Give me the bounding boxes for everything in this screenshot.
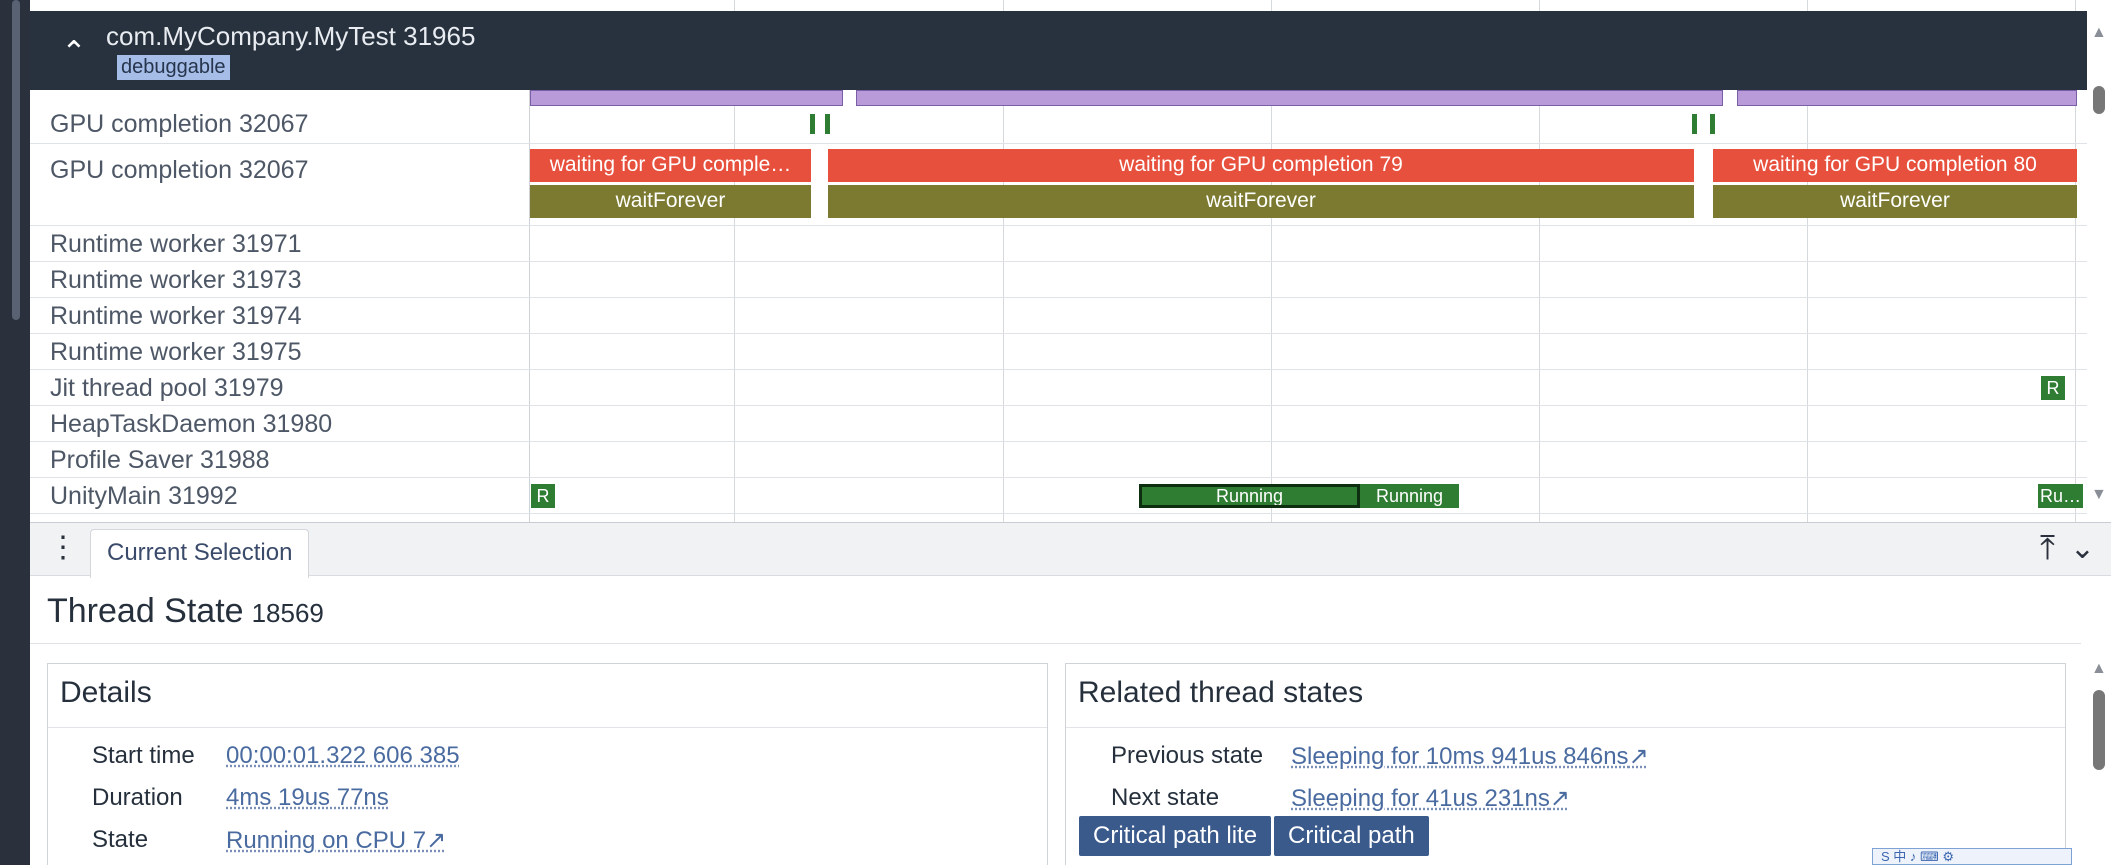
divider: [1066, 727, 2065, 728]
thread-state-running[interactable]: Running: [1360, 484, 1459, 508]
next-state-link[interactable]: Sleeping for 41us 231ns↗: [1291, 784, 1570, 813]
track-label: UnityMain 31992: [50, 482, 238, 510]
wait-forever-slice[interactable]: waitForever: [1713, 185, 2077, 218]
external-link-icon: ↗: [1628, 743, 1649, 770]
divider: [30, 643, 2081, 644]
track-row[interactable]: HeapTaskDaemon 31980: [30, 406, 2087, 442]
track-row[interactable]: UnityMain 31992: [30, 478, 2087, 514]
track-label: GPU completion 32067: [50, 156, 309, 184]
page-title: Thread State 18569: [47, 592, 324, 631]
previous-state-link[interactable]: Sleeping for 10ms 941us 846ns↗: [1291, 742, 1649, 771]
process-header[interactable]: ⌃ com.MyCompany.MyTest 31965 debuggable: [30, 11, 2087, 90]
state-link[interactable]: Running on CPU 7↗: [226, 826, 446, 855]
track-label: Runtime worker 31975: [50, 338, 302, 366]
cpu-slice-bar[interactable]: [856, 90, 1723, 106]
duration-label: Duration: [92, 784, 183, 811]
details-panel-tabbar: ⋮ Current Selection ⤒ ⌄: [30, 522, 2111, 578]
next-state-label: Next state: [1111, 784, 1220, 811]
wait-forever-slice[interactable]: waitForever: [530, 185, 811, 218]
start-time-label: Start time: [92, 742, 195, 769]
gpu-tick[interactable]: [1692, 114, 1697, 134]
process-title: com.MyCompany.MyTest 31965: [106, 21, 476, 51]
gpu-wait-slice[interactable]: waiting for GPU comple…: [530, 149, 811, 182]
gpu-tick[interactable]: [810, 114, 815, 134]
details-heading: Details: [60, 676, 152, 709]
external-link-icon: ↗: [426, 827, 447, 854]
scroll-down-icon[interactable]: ▼: [2091, 486, 2107, 504]
pin-to-top-icon[interactable]: ⤒: [2040, 529, 2055, 568]
tab-current-selection[interactable]: Current Selection: [90, 529, 310, 578]
thread-state-runnable[interactable]: R: [531, 484, 555, 508]
track-label: Profile Saver 31988: [50, 446, 270, 474]
gpu-tick[interactable]: [1710, 114, 1715, 134]
scrollbar-thumb[interactable]: [2093, 690, 2105, 770]
duration-link[interactable]: 4ms 19us 77ns: [226, 784, 389, 812]
scrollbar-thumb[interactable]: [2093, 86, 2105, 114]
next-state-text: Sleeping for 41us 231ns: [1291, 785, 1550, 812]
track-label: GPU completion 32067: [50, 110, 309, 138]
scroll-up-icon[interactable]: ▲: [2091, 24, 2107, 42]
cpu-slice-bar[interactable]: [1737, 90, 2077, 106]
state-label: State: [92, 826, 149, 853]
gpu-wait-slice[interactable]: waiting for GPU completion 80: [1713, 149, 2077, 182]
track-label: Runtime worker 31973: [50, 266, 302, 294]
gpu-wait-slice[interactable]: waiting for GPU completion 79: [828, 149, 1694, 182]
track-row[interactable]: GPU completion 32067: [30, 106, 2087, 144]
kebab-menu-icon[interactable]: ⋮: [48, 533, 78, 563]
track-row[interactable]: Runtime worker 31975: [30, 334, 2087, 370]
wait-forever-slice[interactable]: waitForever: [828, 185, 1694, 218]
debuggable-badge: debuggable: [117, 55, 230, 80]
divider: [48, 727, 1047, 728]
tracks-scrollbar[interactable]: ▲ ▼: [2087, 0, 2111, 522]
gpu-tick[interactable]: [825, 114, 830, 134]
track-row[interactable]: Runtime worker 31971: [30, 226, 2087, 262]
thread-state-id: 18569: [251, 598, 324, 628]
chevron-up-icon[interactable]: ⌃: [56, 35, 92, 71]
critical-path-lite-button[interactable]: Critical path lite: [1079, 816, 1272, 856]
track-row[interactable]: Runtime worker 31973: [30, 262, 2087, 298]
track-label: HeapTaskDaemon 31980: [50, 410, 333, 438]
external-link-icon: ↗: [1549, 785, 1570, 812]
critical-path-button[interactable]: Critical path: [1274, 816, 1429, 856]
track-row[interactable]: Jit thread pool 31979: [30, 370, 2087, 406]
details-card: Details Start time 00:00:01.322 606 385 …: [47, 663, 1048, 865]
start-time-link[interactable]: 00:00:01.322 606 385: [226, 742, 460, 770]
chevron-down-icon[interactable]: ⌄: [2070, 531, 2095, 566]
left-sidebar-strip: [0, 0, 30, 865]
state-link-text: Running on CPU 7: [226, 827, 427, 854]
track-label: Jit thread pool 31979: [50, 374, 284, 402]
track-label: Runtime worker 31971: [50, 230, 302, 258]
ime-tray[interactable]: S 中 ♪ ⌨ ⚙: [1872, 848, 2072, 865]
timeline-tracks: GPU completion 32067 GPU completion 3206…: [30, 0, 2087, 522]
thread-state-running-selected[interactable]: Running: [1139, 484, 1360, 508]
track-row[interactable]: Profile Saver 31988: [30, 442, 2087, 478]
thread-state-runnable[interactable]: R: [2041, 376, 2065, 400]
cpu-slice-bar[interactable]: [530, 90, 843, 106]
previous-state-label: Previous state: [1111, 742, 1264, 769]
left-scrollbar-thumb[interactable]: [12, 0, 20, 320]
details-scrollbar[interactable]: ▲: [2087, 660, 2111, 865]
related-heading: Related thread states: [1078, 676, 1364, 709]
thread-state-running[interactable]: Ru…: [2038, 484, 2083, 508]
scroll-up-icon[interactable]: ▲: [2091, 660, 2107, 678]
thread-state-title: Thread State: [47, 592, 244, 630]
track-row[interactable]: Runtime worker 31974: [30, 298, 2087, 334]
track-label: Runtime worker 31974: [50, 302, 302, 330]
previous-state-text: Sleeping for 10ms 941us 846ns: [1291, 743, 1629, 770]
